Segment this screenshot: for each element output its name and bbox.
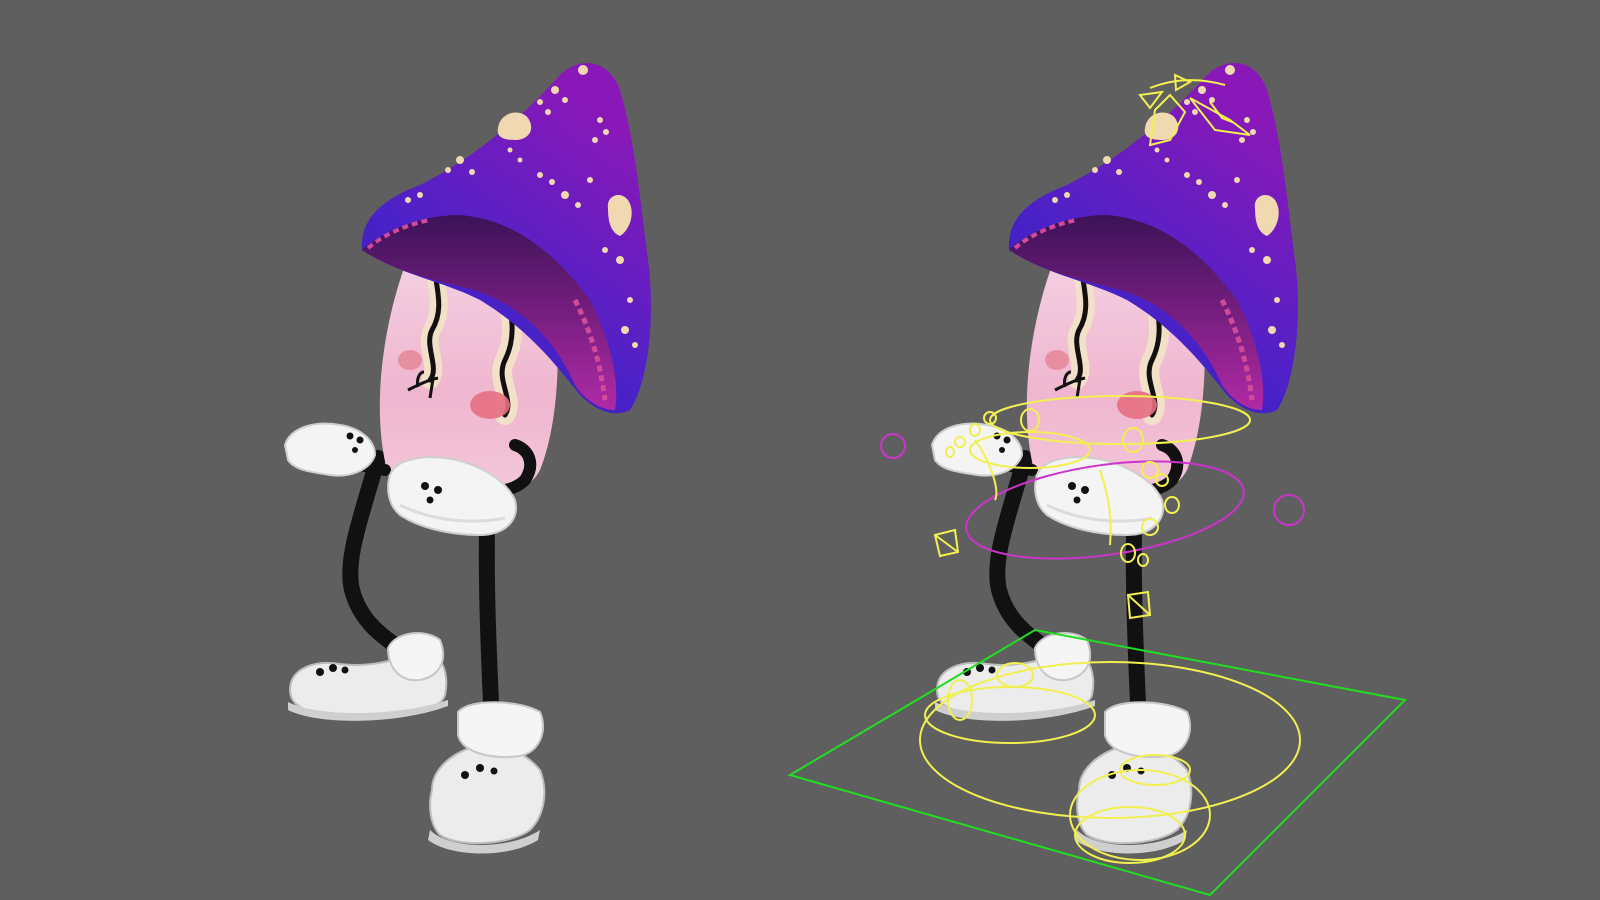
character-shaded[interactable] [285,63,651,854]
3d-viewport[interactable] [0,0,1600,900]
viewport-canvas[interactable] [0,0,1600,900]
elbow-pole-left[interactable] [880,433,906,459]
knee-control-left[interactable] [933,528,960,558]
elbow-pole-right[interactable] [1273,494,1305,526]
